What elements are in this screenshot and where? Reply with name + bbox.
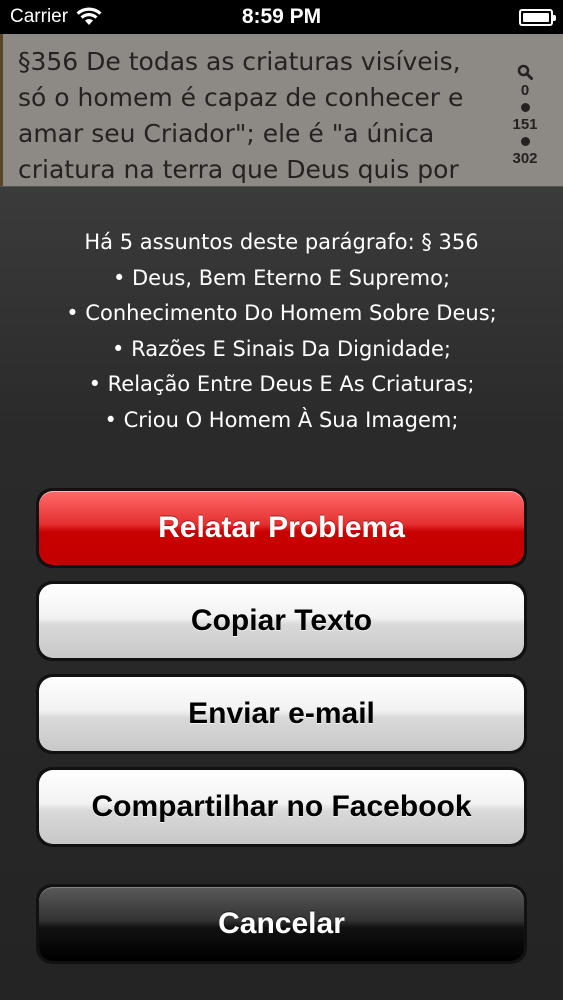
send-email-button[interactable]: Enviar e-mail [39, 677, 524, 751]
report-button-frame: Relatar Problema [36, 488, 527, 568]
status-left: Carrier [10, 6, 102, 28]
wifi-icon [76, 7, 102, 25]
share-facebook-button[interactable]: Compartilhar no Facebook [39, 770, 524, 844]
carrier-label: Carrier [10, 6, 69, 27]
cancel-button[interactable]: Cancelar [39, 887, 524, 961]
paragraph-view: §356 De todas as criaturas visíveis, só … [0, 34, 563, 194]
action-sheet: Há 5 assuntos deste parágrafo: § 356 • D… [0, 186, 563, 1000]
topic-item: • Relação Entre Deus E As Criaturas; [88, 372, 475, 396]
battery-level [523, 12, 549, 22]
copy-button-frame: Copiar Texto [36, 581, 527, 661]
topic-item: • Deus, Bem Eterno E Supremo; [112, 265, 451, 290]
topic-item: • Criou O Homem À Sua Imagem; [104, 407, 459, 432]
email-button-frame: Enviar e-mail [36, 674, 527, 754]
facebook-button-frame: Compartilhar no Facebook [36, 767, 527, 847]
topic-item: • Conhecimento Do Homem Sobre Deus; [66, 301, 497, 325]
battery-icon [519, 8, 556, 26]
topic-item: • Razões E Sinais Da Dignidade; [112, 336, 451, 361]
action-sheet-title: Há 5 assuntos deste parágrafo: § 356 • D… [20, 225, 543, 438]
status-bar: Carrier 8:59 PM [0, 0, 563, 34]
title-line: Há 5 assuntos deste parágrafo: § 356 [84, 230, 479, 254]
dim-overlay [0, 34, 563, 194]
copy-text-button[interactable]: Copiar Texto [39, 584, 524, 658]
report-problem-button[interactable]: Relatar Problema [39, 491, 524, 565]
cancel-button-frame: Cancelar [36, 884, 527, 964]
